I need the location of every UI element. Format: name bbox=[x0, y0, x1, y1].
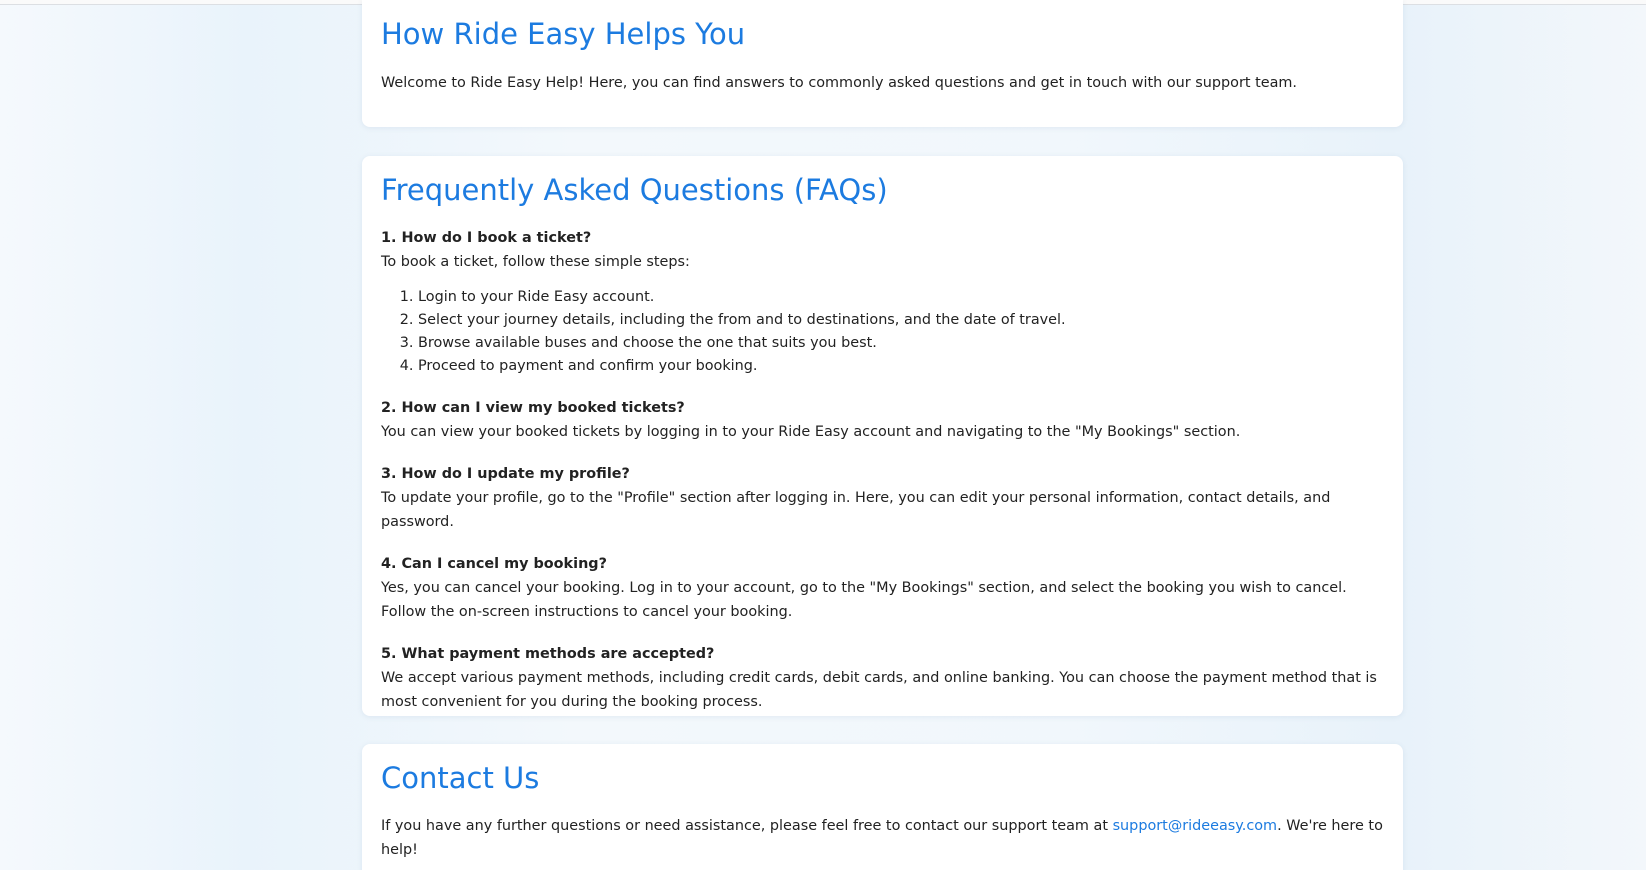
faq-question: 2. How can I view my booked tickets? bbox=[381, 400, 685, 416]
about-card: How Ride Easy Helps You Welcome to Ride … bbox=[362, 0, 1403, 127]
faq-card: Frequently Asked Questions (FAQs) 1. How… bbox=[362, 156, 1403, 716]
contact-card: Contact Us If you have any further quest… bbox=[362, 744, 1403, 870]
faq-question: 5. What payment methods are accepted? bbox=[381, 646, 715, 662]
faq-answer: We accept various payment methods, inclu… bbox=[381, 670, 1377, 710]
faq-answer: Yes, you can cancel your booking. Log in… bbox=[381, 580, 1347, 620]
booking-step: Select your journey details, including t… bbox=[418, 309, 1384, 332]
about-title: How Ride Easy Helps You bbox=[381, 17, 746, 51]
faq-item-1: 1. How do I book a ticket? To book a tic… bbox=[381, 226, 1384, 378]
booking-step: Browse available buses and choose the on… bbox=[418, 332, 1384, 355]
contact-text-before: If you have any further questions or nee… bbox=[381, 818, 1113, 834]
booking-step: Proceed to payment and confirm your book… bbox=[418, 355, 1384, 378]
booking-step: Login to your Ride Easy account. bbox=[418, 286, 1384, 309]
faq-answer: To update your profile, go to the "Profi… bbox=[381, 490, 1331, 530]
faq-item-5: 5. What payment methods are accepted? We… bbox=[381, 642, 1384, 714]
faq-item-3: 3. How do I update my profile? To update… bbox=[381, 462, 1384, 534]
faq-question: 4. Can I cancel my booking? bbox=[381, 556, 607, 572]
support-email-link[interactable]: support@rideeasy.com bbox=[1113, 818, 1278, 834]
faq-item-4: 4. Can I cancel my booking? Yes, you can… bbox=[381, 552, 1384, 624]
contact-text: If you have any further questions or nee… bbox=[381, 814, 1384, 862]
faq-answer: To book a ticket, follow these simple st… bbox=[381, 254, 690, 270]
faq-question: 3. How do I update my profile? bbox=[381, 466, 630, 482]
about-intro: Welcome to Ride Easy Help! Here, you can… bbox=[381, 75, 1297, 91]
faq-question: 1. How do I book a ticket? bbox=[381, 230, 592, 246]
contact-title: Contact Us bbox=[381, 761, 540, 795]
faq-item-2: 2. How can I view my booked tickets? You… bbox=[381, 396, 1384, 444]
faq-answer: You can view your booked tickets by logg… bbox=[381, 424, 1241, 440]
booking-steps-list: Login to your Ride Easy account. Select … bbox=[381, 286, 1384, 378]
faq-title: Frequently Asked Questions (FAQs) bbox=[381, 173, 888, 207]
